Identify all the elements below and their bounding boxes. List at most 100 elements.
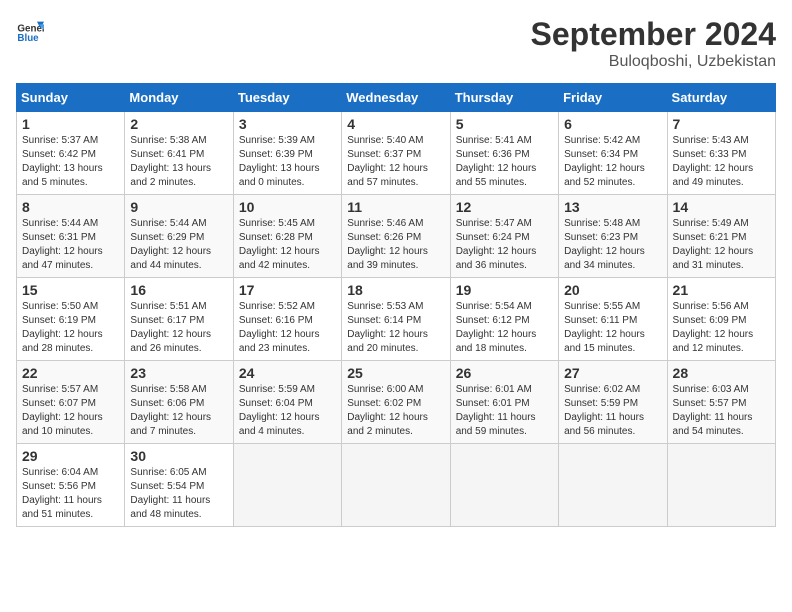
col-thursday: Thursday (450, 84, 558, 112)
day-info: Sunrise: 5:44 AM Sunset: 6:29 PM Dayligh… (130, 217, 227, 273)
day-number: 20 (564, 282, 661, 298)
calendar-row: 8 Sunrise: 5:44 AM Sunset: 6:31 PM Dayli… (17, 195, 776, 278)
page-header: General Blue September 2024 Buloqboshi, … (16, 16, 776, 71)
day-number: 10 (239, 199, 336, 215)
day-number: 25 (347, 365, 444, 381)
day-info: Sunrise: 5:52 AM Sunset: 6:16 PM Dayligh… (239, 300, 336, 356)
calendar-cell: 18 Sunrise: 5:53 AM Sunset: 6:14 PM Dayl… (342, 278, 450, 361)
day-info: Sunrise: 5:55 AM Sunset: 6:11 PM Dayligh… (564, 300, 661, 356)
day-info: Sunrise: 5:59 AM Sunset: 6:04 PM Dayligh… (239, 383, 336, 439)
calendar-cell (233, 444, 341, 527)
location: Buloqboshi, Uzbekistan (531, 53, 776, 71)
day-info: Sunrise: 6:02 AM Sunset: 5:59 PM Dayligh… (564, 383, 661, 439)
col-friday: Friday (559, 84, 667, 112)
day-info: Sunrise: 5:48 AM Sunset: 6:23 PM Dayligh… (564, 217, 661, 273)
calendar-row: 1 Sunrise: 5:37 AM Sunset: 6:42 PM Dayli… (17, 112, 776, 195)
day-number: 24 (239, 365, 336, 381)
day-info: Sunrise: 5:54 AM Sunset: 6:12 PM Dayligh… (456, 300, 553, 356)
day-info: Sunrise: 5:44 AM Sunset: 6:31 PM Dayligh… (22, 217, 119, 273)
day-number: 13 (564, 199, 661, 215)
calendar-cell: 29 Sunrise: 6:04 AM Sunset: 5:56 PM Dayl… (17, 444, 125, 527)
calendar-row: 29 Sunrise: 6:04 AM Sunset: 5:56 PM Dayl… (17, 444, 776, 527)
calendar-cell (667, 444, 775, 527)
day-number: 19 (456, 282, 553, 298)
day-number: 21 (673, 282, 770, 298)
calendar-cell: 30 Sunrise: 6:05 AM Sunset: 5:54 PM Dayl… (125, 444, 233, 527)
calendar-row: 22 Sunrise: 5:57 AM Sunset: 6:07 PM Dayl… (17, 361, 776, 444)
day-number: 2 (130, 116, 227, 132)
day-info: Sunrise: 5:50 AM Sunset: 6:19 PM Dayligh… (22, 300, 119, 356)
calendar-row: 15 Sunrise: 5:50 AM Sunset: 6:19 PM Dayl… (17, 278, 776, 361)
header-row: Sunday Monday Tuesday Wednesday Thursday… (17, 84, 776, 112)
day-number: 23 (130, 365, 227, 381)
day-info: Sunrise: 5:39 AM Sunset: 6:39 PM Dayligh… (239, 134, 336, 190)
calendar-cell: 28 Sunrise: 6:03 AM Sunset: 5:57 PM Dayl… (667, 361, 775, 444)
day-info: Sunrise: 6:00 AM Sunset: 6:02 PM Dayligh… (347, 383, 444, 439)
day-number: 11 (347, 199, 444, 215)
calendar-cell: 26 Sunrise: 6:01 AM Sunset: 6:01 PM Dayl… (450, 361, 558, 444)
col-saturday: Saturday (667, 84, 775, 112)
calendar-cell: 9 Sunrise: 5:44 AM Sunset: 6:29 PM Dayli… (125, 195, 233, 278)
calendar-cell (559, 444, 667, 527)
calendar-cell (450, 444, 558, 527)
calendar-cell: 23 Sunrise: 5:58 AM Sunset: 6:06 PM Dayl… (125, 361, 233, 444)
day-info: Sunrise: 5:42 AM Sunset: 6:34 PM Dayligh… (564, 134, 661, 190)
logo: General Blue (16, 16, 44, 44)
day-info: Sunrise: 5:49 AM Sunset: 6:21 PM Dayligh… (673, 217, 770, 273)
day-number: 29 (22, 448, 119, 464)
day-info: Sunrise: 5:43 AM Sunset: 6:33 PM Dayligh… (673, 134, 770, 190)
calendar-cell: 24 Sunrise: 5:59 AM Sunset: 6:04 PM Dayl… (233, 361, 341, 444)
day-info: Sunrise: 5:53 AM Sunset: 6:14 PM Dayligh… (347, 300, 444, 356)
calendar-cell: 25 Sunrise: 6:00 AM Sunset: 6:02 PM Dayl… (342, 361, 450, 444)
calendar-cell: 27 Sunrise: 6:02 AM Sunset: 5:59 PM Dayl… (559, 361, 667, 444)
calendar-cell: 3 Sunrise: 5:39 AM Sunset: 6:39 PM Dayli… (233, 112, 341, 195)
day-number: 6 (564, 116, 661, 132)
calendar-cell: 4 Sunrise: 5:40 AM Sunset: 6:37 PM Dayli… (342, 112, 450, 195)
day-number: 4 (347, 116, 444, 132)
title-block: September 2024 Buloqboshi, Uzbekistan (531, 16, 776, 71)
col-wednesday: Wednesday (342, 84, 450, 112)
day-number: 30 (130, 448, 227, 464)
logo-icon: General Blue (16, 16, 44, 44)
calendar-cell: 16 Sunrise: 5:51 AM Sunset: 6:17 PM Dayl… (125, 278, 233, 361)
calendar-cell: 5 Sunrise: 5:41 AM Sunset: 6:36 PM Dayli… (450, 112, 558, 195)
calendar-cell: 15 Sunrise: 5:50 AM Sunset: 6:19 PM Dayl… (17, 278, 125, 361)
day-number: 3 (239, 116, 336, 132)
day-info: Sunrise: 5:51 AM Sunset: 6:17 PM Dayligh… (130, 300, 227, 356)
day-info: Sunrise: 5:46 AM Sunset: 6:26 PM Dayligh… (347, 217, 444, 273)
day-info: Sunrise: 5:38 AM Sunset: 6:41 PM Dayligh… (130, 134, 227, 190)
calendar-cell: 6 Sunrise: 5:42 AM Sunset: 6:34 PM Dayli… (559, 112, 667, 195)
day-number: 22 (22, 365, 119, 381)
day-info: Sunrise: 6:04 AM Sunset: 5:56 PM Dayligh… (22, 466, 119, 522)
day-number: 12 (456, 199, 553, 215)
calendar-cell: 14 Sunrise: 5:49 AM Sunset: 6:21 PM Dayl… (667, 195, 775, 278)
day-info: Sunrise: 5:47 AM Sunset: 6:24 PM Dayligh… (456, 217, 553, 273)
day-info: Sunrise: 5:40 AM Sunset: 6:37 PM Dayligh… (347, 134, 444, 190)
day-number: 16 (130, 282, 227, 298)
day-number: 15 (22, 282, 119, 298)
day-number: 14 (673, 199, 770, 215)
day-number: 9 (130, 199, 227, 215)
calendar-cell: 12 Sunrise: 5:47 AM Sunset: 6:24 PM Dayl… (450, 195, 558, 278)
calendar-cell: 21 Sunrise: 5:56 AM Sunset: 6:09 PM Dayl… (667, 278, 775, 361)
calendar-cell: 19 Sunrise: 5:54 AM Sunset: 6:12 PM Dayl… (450, 278, 558, 361)
col-tuesday: Tuesday (233, 84, 341, 112)
day-number: 26 (456, 365, 553, 381)
day-number: 8 (22, 199, 119, 215)
col-sunday: Sunday (17, 84, 125, 112)
calendar-cell: 13 Sunrise: 5:48 AM Sunset: 6:23 PM Dayl… (559, 195, 667, 278)
day-info: Sunrise: 5:45 AM Sunset: 6:28 PM Dayligh… (239, 217, 336, 273)
day-info: Sunrise: 5:37 AM Sunset: 6:42 PM Dayligh… (22, 134, 119, 190)
day-number: 17 (239, 282, 336, 298)
day-number: 27 (564, 365, 661, 381)
calendar-cell: 11 Sunrise: 5:46 AM Sunset: 6:26 PM Dayl… (342, 195, 450, 278)
day-number: 1 (22, 116, 119, 132)
calendar-cell: 22 Sunrise: 5:57 AM Sunset: 6:07 PM Dayl… (17, 361, 125, 444)
day-info: Sunrise: 5:56 AM Sunset: 6:09 PM Dayligh… (673, 300, 770, 356)
calendar-cell (342, 444, 450, 527)
day-number: 18 (347, 282, 444, 298)
calendar-cell: 20 Sunrise: 5:55 AM Sunset: 6:11 PM Dayl… (559, 278, 667, 361)
calendar-cell: 7 Sunrise: 5:43 AM Sunset: 6:33 PM Dayli… (667, 112, 775, 195)
calendar-cell: 1 Sunrise: 5:37 AM Sunset: 6:42 PM Dayli… (17, 112, 125, 195)
month-title: September 2024 (531, 16, 776, 53)
